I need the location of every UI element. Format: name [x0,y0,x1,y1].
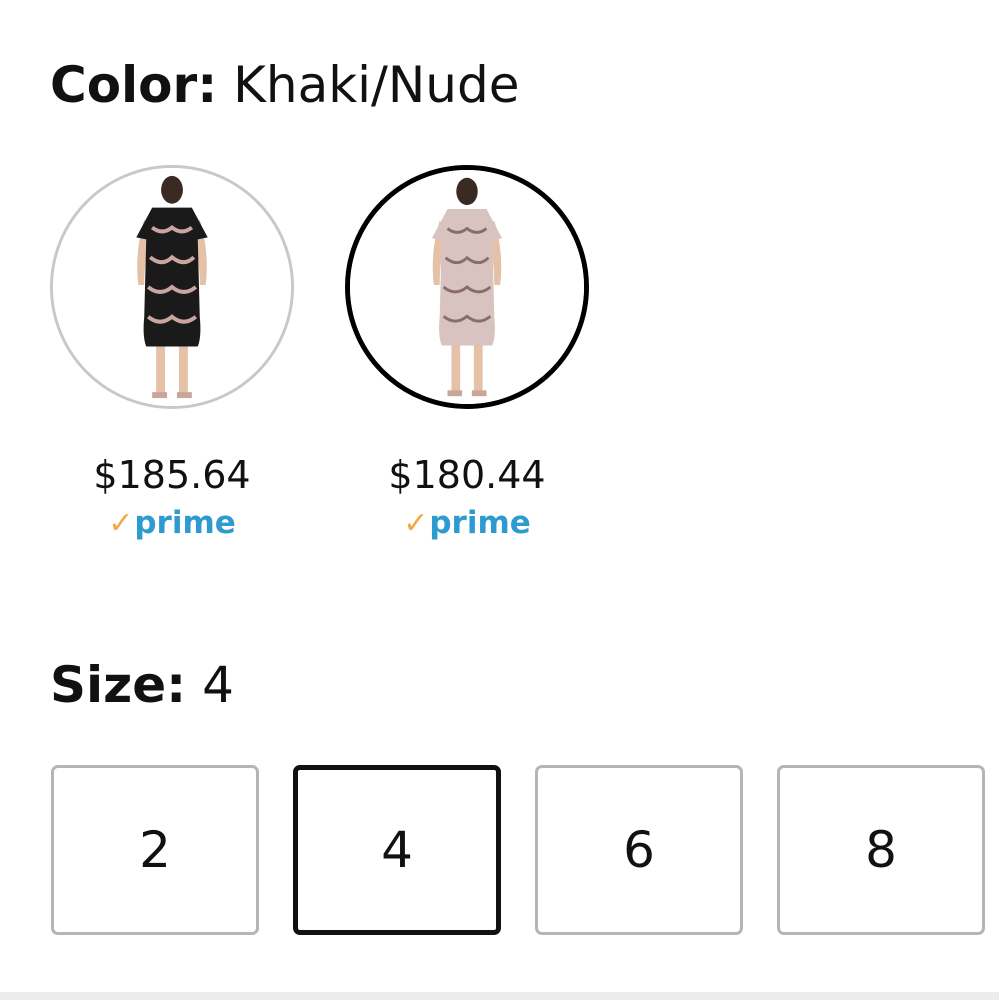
prime-badge: ✓prime [345,505,589,541]
dress-model-image [350,170,584,404]
size-option-8[interactable]: 8 [777,765,985,935]
color-swatch-image[interactable] [345,165,589,409]
color-swatch-image[interactable] [50,165,294,409]
size-option-6[interactable]: 6 [535,765,743,935]
selected-color-value: Khaki/Nude [233,56,520,114]
swatch-price: $185.64 [93,453,251,497]
size-label: Size: [50,656,187,714]
size-option-4[interactable]: 4 [293,765,501,935]
color-swatch-khaki-nude[interactable]: $180.44 ✓prime [345,165,589,555]
color-heading: Color: Khaki/Nude [50,60,520,110]
swatch-price: $180.44 [388,453,546,497]
bottom-divider [0,992,999,1000]
size-heading: Size: 4 [50,660,234,710]
size-option-2[interactable]: 2 [51,765,259,935]
product-variation-panel: Color: Khaki/Nude $185.64 ✓prime $180.44… [0,0,999,1000]
prime-label: prime [429,505,531,541]
checkmark-icon: ✓ [403,506,429,541]
prime-label: prime [134,505,236,541]
prime-badge: ✓prime [50,505,294,541]
color-label: Color: [50,56,218,114]
checkmark-icon: ✓ [108,506,134,541]
selected-size-value: 4 [202,656,234,714]
dress-model-image [53,168,291,406]
color-swatch-black[interactable]: $185.64 ✓prime [50,165,294,555]
